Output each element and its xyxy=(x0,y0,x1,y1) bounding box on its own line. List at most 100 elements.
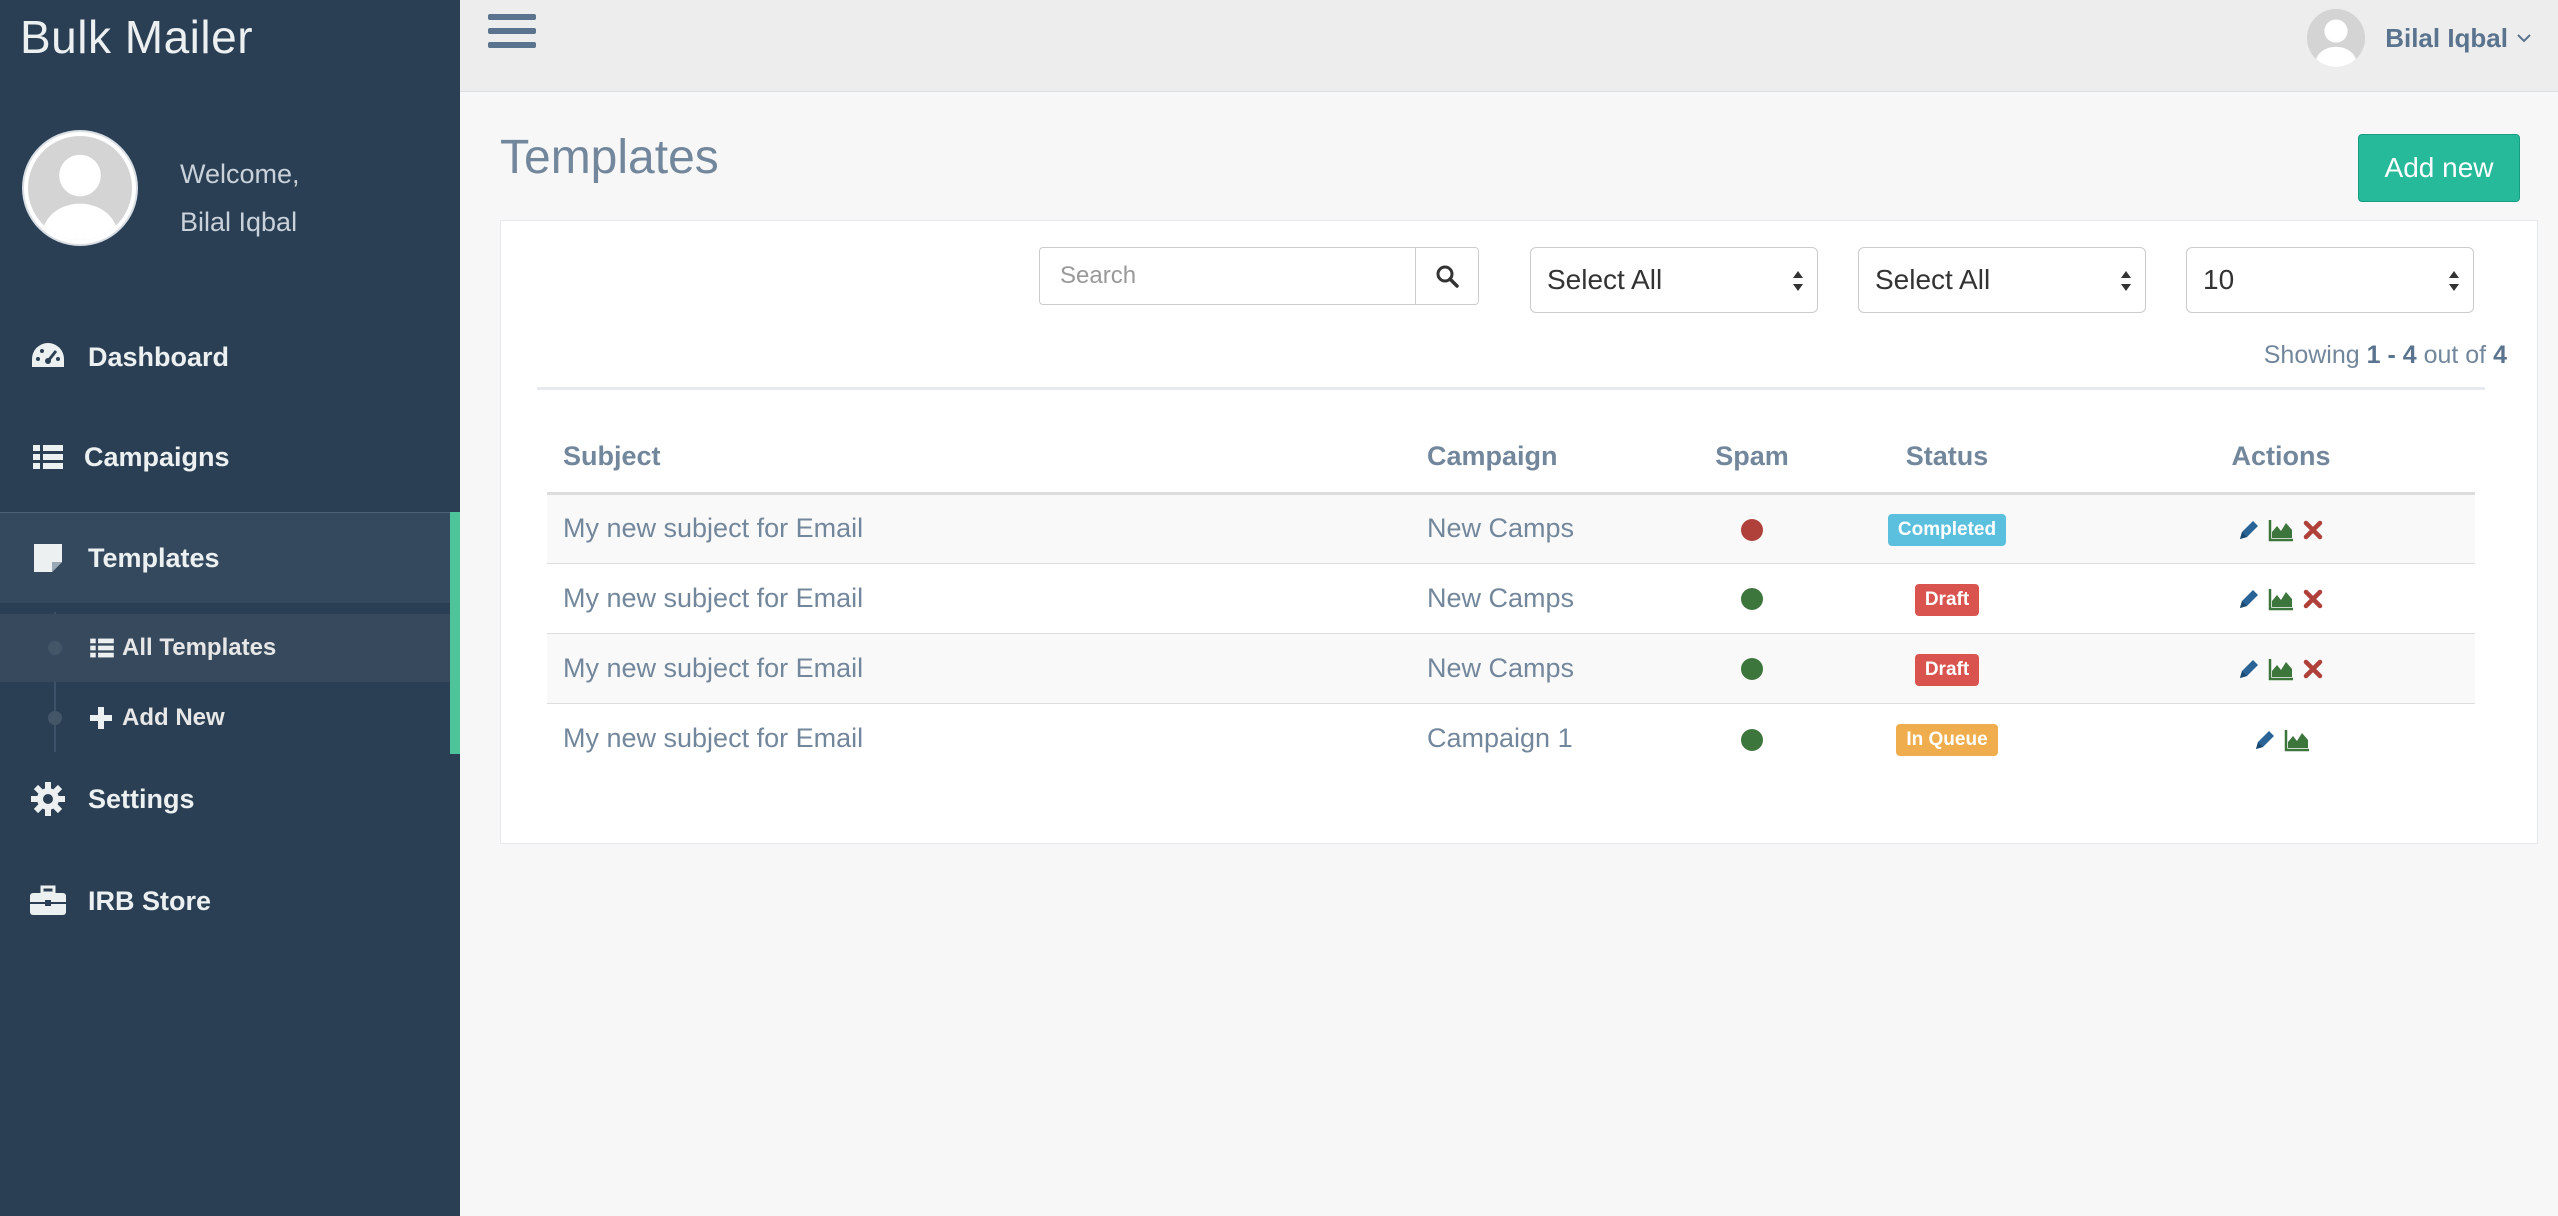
spam-indicator xyxy=(1741,728,1763,751)
delete-icon[interactable] xyxy=(2300,517,2326,543)
user-silhouette-icon xyxy=(2307,9,2366,67)
area-chart-icon[interactable] xyxy=(2268,586,2294,612)
list-icon xyxy=(28,437,68,477)
sidebar-subitem-label: All Templates xyxy=(122,634,277,661)
showing-middle: out of xyxy=(2423,341,2487,369)
row-actions xyxy=(2236,656,2326,682)
sidebar-item-label: Dashboard xyxy=(88,341,230,372)
plus-icon xyxy=(90,706,114,730)
search-group xyxy=(1039,247,1479,305)
edit-icon[interactable] xyxy=(2252,727,2278,753)
area-chart-icon[interactable] xyxy=(2268,517,2294,543)
sidebar-subitem-label: Add New xyxy=(122,704,225,731)
search-button[interactable] xyxy=(1415,247,1479,305)
page-size-select[interactable]: 10 xyxy=(2186,247,2474,313)
cell-subject[interactable]: My new subject for Email xyxy=(547,632,1427,703)
table-row: My new subject for Email New Camps Complet… xyxy=(547,492,2475,563)
cell-campaign: New Camps xyxy=(1427,492,1697,563)
templates-table: Subject Campaign Spam Status Actions My … xyxy=(547,421,2475,773)
table-row: My new subject for Email New Camps Draft xyxy=(547,562,2475,633)
menu-toggle-icon[interactable] xyxy=(488,14,536,56)
search-icon xyxy=(1436,265,1459,288)
submenu-dot xyxy=(48,711,62,725)
showing-total: 4 xyxy=(2493,341,2507,369)
cell-subject[interactable]: My new subject for Email xyxy=(547,562,1427,633)
welcome-label: Welcome, xyxy=(180,159,300,189)
cell-status: In Queue xyxy=(1807,702,2087,773)
row-actions xyxy=(2236,517,2326,543)
select-value: Select All xyxy=(1875,264,1991,295)
templates-panel: Select All Select All 10 Showing 1 - 4 o… xyxy=(500,220,2538,844)
sidebar-item-label: Templates xyxy=(88,542,220,573)
select-arrows-icon xyxy=(2121,271,2131,291)
search-input[interactable] xyxy=(1039,247,1415,305)
filter-select-2[interactable]: Select All xyxy=(1858,247,2146,313)
sidebar-item-settings[interactable]: Settings xyxy=(0,754,460,844)
cell-subject[interactable]: My new subject for Email xyxy=(547,492,1427,563)
showing-prefix: Showing xyxy=(2263,341,2360,369)
profile-avatar xyxy=(24,132,136,244)
edit-icon[interactable] xyxy=(2236,517,2262,543)
cell-status: Completed xyxy=(1807,492,2087,563)
cell-subject[interactable]: My new subject for Email xyxy=(547,702,1427,773)
brand-title[interactable]: Bulk Mailer xyxy=(20,10,253,64)
col-campaign[interactable]: Campaign xyxy=(1427,421,1697,495)
sidebar-item-label: Settings xyxy=(88,783,195,814)
table-row: My new subject for Email New Camps Draft xyxy=(547,632,2475,703)
user-avatar xyxy=(2307,9,2366,67)
select-arrows-icon xyxy=(2449,271,2459,291)
cell-spam xyxy=(1697,492,1807,563)
row-actions xyxy=(2252,727,2310,753)
select-value: 10 xyxy=(2203,264,2235,295)
status-badge: Completed xyxy=(1887,514,2007,546)
status-badge: Draft xyxy=(1914,653,1980,686)
edit-icon[interactable] xyxy=(2236,586,2262,612)
chevron-down-icon xyxy=(2517,34,2531,43)
cell-campaign: New Camps xyxy=(1427,562,1697,633)
cell-spam xyxy=(1697,562,1807,633)
submenu-dot xyxy=(48,641,62,655)
area-chart-icon[interactable] xyxy=(2284,727,2310,753)
add-new-button[interactable]: Add new xyxy=(2358,134,2520,202)
sidebar-item-label: IRB Store xyxy=(88,885,212,916)
user-menu[interactable]: Bilal Iqbal xyxy=(2307,8,2532,68)
delete-icon[interactable] xyxy=(2300,656,2326,682)
spam-indicator xyxy=(1741,518,1763,541)
spam-indicator xyxy=(1741,588,1763,611)
col-spam[interactable]: Spam xyxy=(1697,421,1807,495)
select-arrows-icon xyxy=(1793,271,1803,291)
edit-icon[interactable] xyxy=(2236,656,2262,682)
delete-icon[interactable] xyxy=(2300,586,2326,612)
welcome-block: Welcome, Bilal Iqbal xyxy=(180,150,300,246)
dashboard-icon xyxy=(28,337,68,377)
active-indicator xyxy=(450,512,460,754)
user-name: Bilal Iqbal xyxy=(2385,22,2508,53)
table-row: My new subject for Email Campaign 1 In Que… xyxy=(547,702,2475,773)
sidebar-subitem-add-new[interactable]: Add New xyxy=(0,684,450,752)
col-status[interactable]: Status xyxy=(1807,421,2087,495)
list-icon xyxy=(90,636,114,660)
page-title: Templates xyxy=(500,131,719,184)
sidebar-item-dashboard[interactable]: Dashboard xyxy=(0,312,460,402)
sidebar-item-campaigns[interactable]: Campaigns xyxy=(0,412,460,502)
cell-campaign: Campaign 1 xyxy=(1427,702,1697,773)
note-icon xyxy=(28,538,68,578)
col-subject[interactable]: Subject xyxy=(547,421,1427,495)
showing-count: Showing 1 - 4 out of 4 xyxy=(2264,341,2507,370)
divider xyxy=(537,387,2485,390)
spam-indicator xyxy=(1741,658,1763,681)
area-chart-icon[interactable] xyxy=(2268,656,2294,682)
col-actions: Actions xyxy=(2087,421,2475,495)
cell-actions xyxy=(2087,702,2475,773)
sidebar-item-irb-store[interactable]: IRB Store xyxy=(0,856,460,946)
cell-actions xyxy=(2087,632,2475,703)
sidebar-item-templates[interactable]: Templates xyxy=(0,512,450,604)
cell-status: Draft xyxy=(1807,632,2087,703)
cell-spam xyxy=(1697,702,1807,773)
select-value: Select All xyxy=(1547,264,1663,295)
cell-actions xyxy=(2087,492,2475,563)
sidebar-subitem-all-templates[interactable]: All Templates xyxy=(0,614,450,682)
filter-select-1[interactable]: Select All xyxy=(1530,247,1818,313)
welcome-user-name: Bilal Iqbal xyxy=(180,207,298,237)
sidebar: Bulk Mailer Welcome, Bilal Iqbal Dashboa… xyxy=(0,0,460,1216)
